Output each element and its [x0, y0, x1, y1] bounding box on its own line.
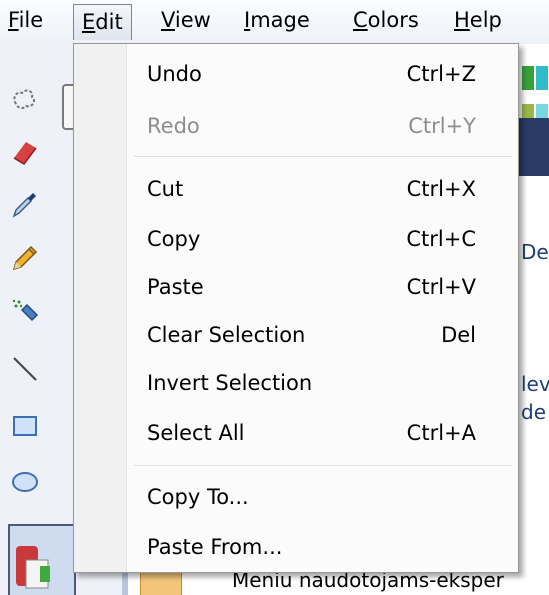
pencil-icon[interactable] — [10, 242, 40, 272]
menu-file[interactable]: File — [0, 0, 51, 40]
menu-colors[interactable]: Colors — [345, 0, 427, 40]
menu-item-label: Copy To... — [147, 485, 249, 509]
color-picker-icon[interactable] — [10, 189, 40, 219]
menu-item-label: Redo — [147, 114, 200, 138]
menu-colors-mnemonic: C — [353, 8, 368, 32]
menu-item-shortcut: Ctrl+A — [406, 421, 476, 445]
menu-item-shortcut: Ctrl+Y — [408, 114, 476, 138]
menu-separator — [134, 465, 512, 467]
airbrush-icon[interactable] — [10, 296, 40, 326]
rectangle-icon[interactable] — [10, 411, 40, 441]
eraser-icon[interactable] — [10, 136, 40, 166]
menu-view-mnemonic: V — [161, 8, 175, 32]
menu-item-shortcut: Ctrl+C — [406, 227, 476, 251]
menu-bar: File Edit View Image Colors Help — [0, 0, 549, 45]
palette-swatch-green[interactable] — [522, 66, 534, 90]
palette-swatch-cyan[interactable] — [536, 66, 548, 90]
menu-image[interactable]: Image — [236, 0, 318, 40]
menu-item-label: Paste From... — [147, 535, 283, 559]
menu-file-label: ile — [18, 8, 44, 32]
menu-item-invert-selection[interactable]: Invert Selection — [74, 356, 518, 410]
active-colors-box[interactable] — [8, 524, 76, 595]
menu-file-mnemonic: F — [8, 8, 19, 32]
menu-item-label: Clear Selection — [147, 323, 306, 347]
free-form-select-icon[interactable] — [10, 84, 40, 114]
menu-image-label: mage — [250, 8, 310, 32]
menu-edit[interactable]: Edit — [73, 4, 132, 40]
edit-menu-dropdown: Undo Ctrl+Z Redo Ctrl+Y Cut Ctrl+X Copy … — [73, 43, 519, 573]
menu-item-label: Select All — [147, 421, 245, 445]
menu-item-label: Cut — [147, 177, 184, 201]
menu-edit-label: dit — [95, 10, 123, 34]
menu-item-redo[interactable]: Redo Ctrl+Y — [74, 99, 518, 153]
menu-item-shortcut: Del — [441, 323, 476, 347]
menu-item-undo[interactable]: Undo Ctrl+Z — [74, 47, 518, 101]
background-header-band — [519, 118, 549, 176]
ellipse-icon[interactable] — [10, 467, 40, 497]
background-text-fragment: lev — [521, 372, 549, 396]
menu-item-copy[interactable]: Copy Ctrl+C — [74, 212, 518, 266]
menu-help-mnemonic: H — [454, 8, 470, 32]
menu-item-label: Invert Selection — [147, 371, 313, 395]
menu-item-select-all[interactable]: Select All Ctrl+A — [74, 406, 518, 460]
menu-item-label: Paste — [147, 275, 204, 299]
menu-item-shortcut: Ctrl+V — [406, 275, 476, 299]
background-text-fragment: De — [521, 240, 549, 264]
menu-separator — [134, 156, 512, 158]
menu-help-label: elp — [469, 8, 502, 32]
menu-item-clear-selection[interactable]: Clear Selection Del — [74, 308, 518, 362]
menu-item-paste[interactable]: Paste Ctrl+V — [74, 260, 518, 314]
menu-item-label: Undo — [147, 62, 202, 86]
menu-item-shortcut: Ctrl+Z — [406, 62, 476, 86]
menu-item-copy-to[interactable]: Copy To... — [74, 470, 518, 524]
menu-help[interactable]: Help — [446, 0, 510, 40]
menu-item-shortcut: Ctrl+X — [406, 177, 476, 201]
menu-colors-label: olors — [367, 8, 419, 32]
menu-view[interactable]: View — [153, 0, 219, 40]
menu-view-label: iew — [174, 8, 211, 32]
line-icon[interactable] — [10, 354, 40, 384]
paint-window: File Edit View Image Colors Help De lev … — [0, 0, 549, 595]
background-text-fragment: de — [521, 400, 546, 424]
menu-edit-mnemonic: E — [82, 10, 96, 34]
menu-item-label: Copy — [147, 227, 201, 251]
menu-item-paste-from[interactable]: Paste From... — [74, 520, 518, 574]
menu-item-cut[interactable]: Cut Ctrl+X — [74, 162, 518, 216]
